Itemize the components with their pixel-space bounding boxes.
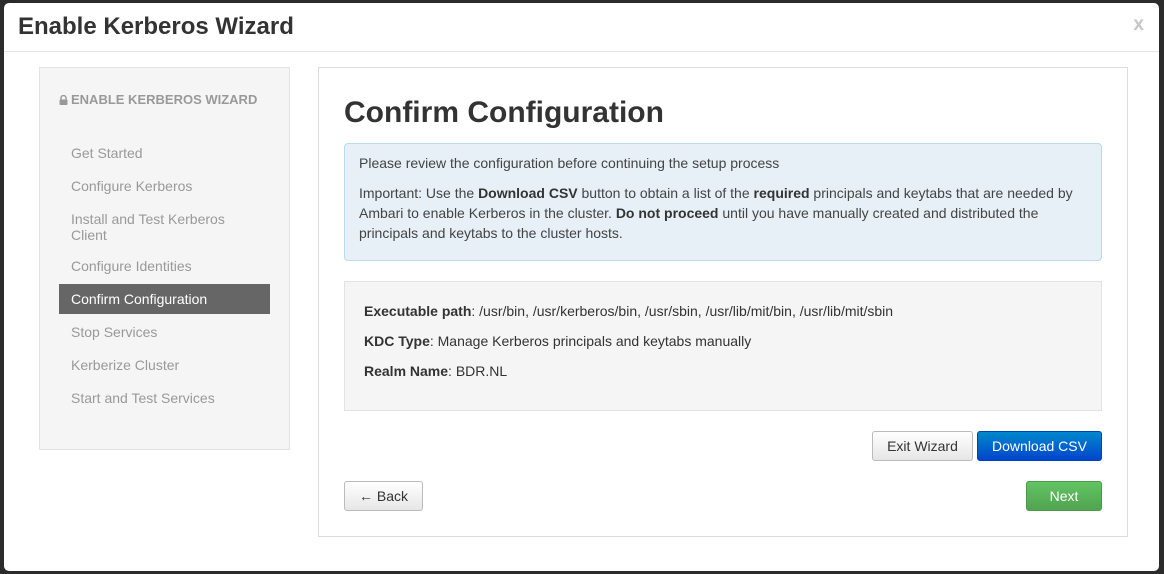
executable-path-label: Executable path bbox=[364, 303, 472, 319]
alert-download-csv-bold: Download CSV bbox=[478, 185, 578, 201]
realm-name-row: Realm Name: BDR.NL bbox=[364, 361, 1082, 381]
alert-important: Important: Use the Download CSV button t… bbox=[359, 183, 1087, 243]
alert-do-not-proceed-bold: Do not proceed bbox=[615, 205, 719, 221]
page-title: Confirm Configuration bbox=[344, 96, 664, 129]
alert-intro: Please review the configuration before c… bbox=[359, 155, 780, 171]
sidebar-header: ENABLE KERBEROS WIZARD bbox=[59, 90, 259, 111]
step-get-started[interactable]: Get Started bbox=[59, 138, 270, 168]
step-configure-kerberos[interactable]: Configure Kerberos bbox=[59, 171, 270, 201]
step-start-test-services[interactable]: Start and Test Services bbox=[59, 383, 270, 413]
kdc-type-label: KDC Type bbox=[364, 333, 430, 349]
wizard-sidebar: ENABLE KERBEROS WIZARD Get Started Confi… bbox=[39, 67, 290, 450]
modal-header: Enable Kerberos Wizard x bbox=[4, 3, 1159, 52]
alert-text-mid1: button to obtain a list of the bbox=[577, 185, 754, 201]
alert-required-bold: required bbox=[753, 185, 810, 201]
close-button[interactable]: x bbox=[1133, 13, 1144, 37]
back-button[interactable]: ← Back bbox=[344, 481, 423, 511]
step-kerberize-cluster[interactable]: Kerberize Cluster bbox=[59, 350, 270, 380]
next-button[interactable]: Next → bbox=[1026, 481, 1102, 532]
wizard-modal: Enable Kerberos Wizard x ENABLE KERBEROS… bbox=[4, 3, 1159, 571]
alert-text-prefix: Important: Use the bbox=[359, 185, 479, 201]
config-summary: Executable path: /usr/bin, /usr/kerberos… bbox=[344, 281, 1102, 411]
wizard-steps: Get Started Configure Kerberos Install a… bbox=[59, 138, 270, 416]
info-alert: Please review the configuration before c… bbox=[344, 143, 1102, 261]
step-install-test-kerberos-client[interactable]: Install and Test Kerberos Client bbox=[59, 204, 270, 248]
kdc-type-value: : Manage Kerberos principals and keytabs… bbox=[429, 333, 752, 349]
executable-path-value: : /usr/bin, /usr/kerberos/bin, /usr/sbin… bbox=[471, 303, 894, 319]
realm-name-value: : BDR.NL bbox=[448, 363, 508, 379]
lock-icon bbox=[59, 91, 68, 111]
main-content: Confirm Configuration Please review the … bbox=[318, 67, 1128, 537]
executable-path-row: Executable path: /usr/bin, /usr/kerberos… bbox=[364, 301, 1082, 321]
sidebar-header-label: ENABLE KERBEROS WIZARD bbox=[71, 92, 258, 107]
modal-title: Enable Kerberos Wizard bbox=[18, 13, 294, 40]
realm-name-label: Realm Name bbox=[364, 363, 449, 379]
download-csv-button[interactable]: Download CSV bbox=[977, 431, 1102, 461]
step-confirm-configuration[interactable]: Confirm Configuration bbox=[59, 284, 270, 314]
exit-wizard-button[interactable]: Exit Wizard bbox=[872, 431, 973, 461]
kdc-type-row: KDC Type: Manage Kerberos principals and… bbox=[364, 331, 1082, 351]
step-stop-services[interactable]: Stop Services bbox=[59, 317, 270, 347]
step-configure-identities[interactable]: Configure Identities bbox=[59, 251, 270, 281]
